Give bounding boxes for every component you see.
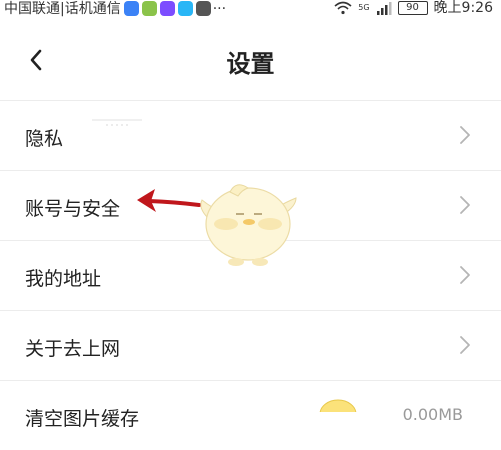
app-notification-icon [141,1,157,16]
status-left: 中国联通|话机通信 ··· [4,1,226,16]
chevron-right-icon [460,126,470,144]
clock: 晚上9:26 [433,0,493,16]
nav-bar: 设置 [0,18,501,100]
status-right: 5G 90 晚上9:26 [334,1,493,15]
settings-item-privacy[interactable]: 隐私 [0,100,501,170]
page-title: 设置 [226,50,275,78]
settings-item-label: 关于去上网 [25,338,121,360]
annotation-arrow-icon [137,189,201,212]
watermark-mark [92,119,142,126]
settings-item-clear-cache[interactable]: 清空图片缓存 0.00MB [0,380,501,450]
settings-item-label: 我的地址 [25,268,102,290]
settings-item-about[interactable]: 关于去上网 [0,310,501,380]
signal-icon [376,1,392,15]
cache-size: 0.00MB [402,405,463,424]
chevron-right-icon [460,196,470,214]
more-notifications: ··· [212,0,227,17]
carrier-name: 中国联通|话机通信 [4,0,121,17]
app-notification-icon [123,1,139,16]
mascot-sticker-icon [319,399,357,412]
app-notification-icon [177,1,193,16]
battery-icon: 90 [397,1,428,15]
chevron-right-icon [460,336,470,354]
settings-list: 隐私 账号与安全 我的地址 关于去上网 清空图片缓存 0.00MB [0,100,501,450]
settings-item-label: 账号与安全 [25,198,121,220]
mascot-sticker-icon [200,184,297,266]
chevron-right-icon [460,266,470,284]
status-bar: 中国联通|话机通信 ··· 5G 90 晚上9:26 [0,0,501,18]
network-type: 5G [358,3,370,12]
wifi-icon [334,1,352,15]
app-notification-icon [195,1,211,16]
app-notification-icon [159,1,175,16]
settings-item-label: 隐私 [25,128,64,150]
settings-item-label: 清空图片缓存 [25,408,140,430]
